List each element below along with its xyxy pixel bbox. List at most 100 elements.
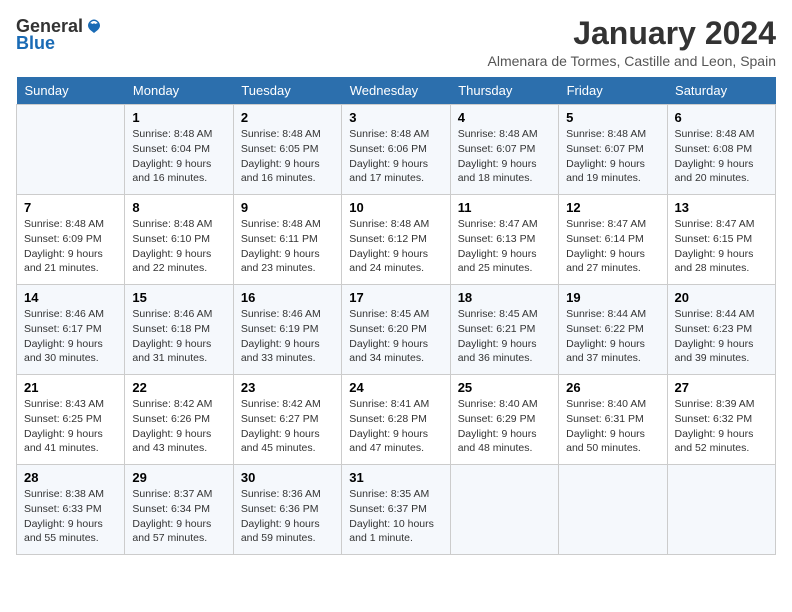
calendar-cell: 7Sunrise: 8:48 AMSunset: 6:09 PMDaylight… — [17, 195, 125, 285]
calendar-cell: 18Sunrise: 8:45 AMSunset: 6:21 PMDayligh… — [450, 285, 558, 375]
calendar-cell: 9 Sunrise: 8:48 AMSunset: 6:11 PMDaylight… — [233, 195, 341, 285]
calendar-cell: 23Sunrise: 8:42 AMSunset: 6:27 PMDayligh… — [233, 375, 341, 465]
calendar-cell: 19 Sunrise: 8:44 AM Sunset: 6:22 PM Dayligh… — [559, 285, 667, 375]
calendar-cell: 8Sunrise: 8:48 AMSunset: 6:10 PMDaylight… — [125, 195, 233, 285]
sunset-info: Sunset: 6:07 PM — [458, 143, 536, 155]
day-info: Sunrise: 8:48 AMSunset: 6:11 PMDaylight:… — [241, 217, 334, 276]
calendar-table: SundayMondayTuesdayWednesdayThursdayFrid… — [16, 77, 776, 555]
day-number: 5 — [566, 110, 659, 125]
sunset-info: Sunset: 6:25 PM — [24, 413, 102, 425]
calendar-week-row: 21Sunrise: 8:43 AMSunset: 6:25 PMDayligh… — [17, 375, 776, 465]
day-info: Sunrise: 8:43 AM Sunset: 6:25 PM Daylight:… — [24, 397, 117, 456]
day-number: 17 — [349, 290, 442, 305]
calendar-cell — [17, 105, 125, 195]
calendar-week-row: 1Sunrise: 8:48 AMSunset: 6:04 PMDaylight… — [17, 105, 776, 195]
day-info: Sunrise: 8:37 AMSunset: 6:34 PMDaylight:… — [132, 487, 225, 546]
sunset-info: Sunset: 6:14 PM — [566, 233, 644, 245]
month-title: January 2024 — [488, 16, 776, 51]
day-number: 25 — [458, 380, 551, 395]
day-number: 27 — [675, 380, 768, 395]
sunrise-info: Sunrise: 8:48 AM — [241, 218, 321, 230]
sunrise-info: Sunrise: 8:44 AM — [675, 308, 755, 320]
day-number: 2 — [241, 110, 334, 125]
sunset-info: Sunset: 6:19 PM — [241, 323, 319, 335]
calendar-cell: 29Sunrise: 8:37 AMSunset: 6:34 PMDayligh… — [125, 465, 233, 555]
day-info: Sunrise: 8:48 AMSunset: 6:07 PMDaylight:… — [458, 127, 551, 186]
calendar-week-row: 28Sunrise: 8:38 AMSunset: 6:33 PMDayligh… — [17, 465, 776, 555]
calendar-cell: 31Sunrise: 8:35 AMSunset: 6:37 PMDayligh… — [342, 465, 450, 555]
sunset-info: Sunset: 6:32 PM — [675, 413, 753, 425]
sunset-info: Sunset: 6:36 PM — [241, 503, 319, 515]
day-number: 9 — [241, 200, 334, 215]
sunrise-info: Sunrise: 8:47 AM — [675, 218, 755, 230]
day-header-tuesday: Tuesday — [233, 77, 341, 105]
sunset-info: Sunset: 6:04 PM — [132, 143, 210, 155]
sunset-info: Sunset: 6:12 PM — [349, 233, 427, 245]
sunrise-info: Sunrise: 8:41 AM — [349, 398, 429, 410]
daylight-hours: Daylight: 9 hours and 30 minutes. — [24, 338, 103, 365]
day-info: Sunrise: 8:40 AMSunset: 6:31 PMDaylight:… — [566, 397, 659, 456]
day-info: Sunrise: 8:36 AMSunset: 6:36 PMDaylight:… — [241, 487, 334, 546]
sunset-info: Sunset: 6:05 PM — [241, 143, 319, 155]
calendar-cell: 14Sunrise: 8:46 AMSunset: 6:17 PMDayligh… — [17, 285, 125, 375]
day-number: 19 — [566, 290, 659, 305]
calendar-cell: 6Sunrise: 8:48 AMSunset: 6:08 PMDaylight… — [667, 105, 775, 195]
calendar-cell: 27Sunrise: 8:39 AMSunset: 6:32 PMDayligh… — [667, 375, 775, 465]
daylight-hours: Daylight: 9 hours and 21 minutes. — [24, 248, 103, 275]
sunrise-info: Sunrise: 8:48 AM — [566, 128, 646, 140]
calendar-cell — [559, 465, 667, 555]
sunset-info: Sunset: 6:20 PM — [349, 323, 427, 335]
day-header-wednesday: Wednesday — [342, 77, 450, 105]
day-header-monday: Monday — [125, 77, 233, 105]
logo: General Blue — [16, 16, 103, 54]
sunset-info: Sunset: 6:09 PM — [24, 233, 102, 245]
sunrise-info: Sunrise: 8:42 AM — [132, 398, 212, 410]
day-info: Sunrise: 8:47 AMSunset: 6:13 PMDaylight:… — [458, 217, 551, 276]
sunrise-info: Sunrise: 8:48 AM — [241, 128, 321, 140]
sunrise-info: Sunrise: 8:44 AM — [566, 308, 646, 320]
daylight-hours: Daylight: 9 hours and 52 minutes. — [675, 428, 754, 455]
day-number: 24 — [349, 380, 442, 395]
daylight-hours: Daylight: 9 hours and 41 minutes. — [24, 428, 103, 455]
calendar-cell: 3 Sunrise: 8:48 AMSunset: 6:06 PMDaylight… — [342, 105, 450, 195]
day-info: Sunrise: 8:38 AMSunset: 6:33 PMDaylight:… — [24, 487, 117, 546]
daylight-hours: Daylight: 9 hours and 16 minutes. — [241, 158, 320, 185]
day-info: Sunrise: 8:44 AMSunset: 6:23 PMDaylight:… — [675, 307, 768, 366]
day-header-friday: Friday — [559, 77, 667, 105]
logo-blue-text: Blue — [16, 33, 55, 54]
day-number: 18 — [458, 290, 551, 305]
daylight-hours: Daylight: 9 hours and 27 minutes. — [566, 248, 645, 275]
sunrise-info: Sunrise: 8:47 AM — [458, 218, 538, 230]
sunset-info: Sunset: 6:22 PM — [566, 323, 644, 335]
calendar-body: 1Sunrise: 8:48 AMSunset: 6:04 PMDaylight… — [17, 105, 776, 555]
sunrise-info: Sunrise: 8:47 AM — [566, 218, 646, 230]
daylight-hours: Daylight: 9 hours and 39 minutes. — [675, 338, 754, 365]
sunrise-info: Sunrise: 8:48 AM — [349, 218, 429, 230]
daylight-hours: Daylight: 9 hours and 31 minutes. — [132, 338, 211, 365]
day-info: Sunrise: 8:48 AMSunset: 6:06 PMDaylight:… — [349, 127, 442, 186]
day-number: 26 — [566, 380, 659, 395]
sunset-info: Sunset: 6:08 PM — [675, 143, 753, 155]
sunrise-info: Sunrise: 8:46 AM — [132, 308, 212, 320]
calendar-cell: 15Sunrise: 8:46 AMSunset: 6:18 PMDayligh… — [125, 285, 233, 375]
day-number: 3 — [349, 110, 442, 125]
daylight-hours: Daylight: 9 hours and 17 minutes. — [349, 158, 428, 185]
calendar-cell: 13Sunrise: 8:47 AMSunset: 6:15 PMDayligh… — [667, 195, 775, 285]
sunrise-info: Sunrise: 8:43 AM — [24, 398, 104, 410]
sunrise-info: Sunrise: 8:48 AM — [132, 218, 212, 230]
daylight-hours: Daylight: 9 hours and 28 minutes. — [675, 248, 754, 275]
daylight-hours: Daylight: 9 hours and 50 minutes. — [566, 428, 645, 455]
sunrise-info: Sunrise: 8:45 AM — [349, 308, 429, 320]
day-header-saturday: Saturday — [667, 77, 775, 105]
logo-bird-icon — [85, 18, 103, 36]
calendar-week-row: 7Sunrise: 8:48 AMSunset: 6:09 PMDaylight… — [17, 195, 776, 285]
calendar-cell: 10Sunrise: 8:48 AMSunset: 6:12 PMDayligh… — [342, 195, 450, 285]
calendar-cell: 4Sunrise: 8:48 AMSunset: 6:07 PMDaylight… — [450, 105, 558, 195]
day-info: Sunrise: 8:46 AMSunset: 6:19 PMDaylight:… — [241, 307, 334, 366]
sunset-info: Sunset: 6:27 PM — [241, 413, 319, 425]
daylight-hours: Daylight: 9 hours and 59 minutes. — [241, 518, 320, 545]
calendar-cell: 2 Sunrise: 8:48 AM Sunset: 6:05 PM Daylight… — [233, 105, 341, 195]
day-info: Sunrise: 8:48 AM Sunset: 6:05 PM Daylight:… — [241, 127, 334, 186]
calendar-cell: 21Sunrise: 8:43 AMSunset: 6:25 PMDayligh… — [17, 375, 125, 465]
daylight-hours: Daylight: 9 hours and 37 minutes. — [566, 338, 645, 365]
